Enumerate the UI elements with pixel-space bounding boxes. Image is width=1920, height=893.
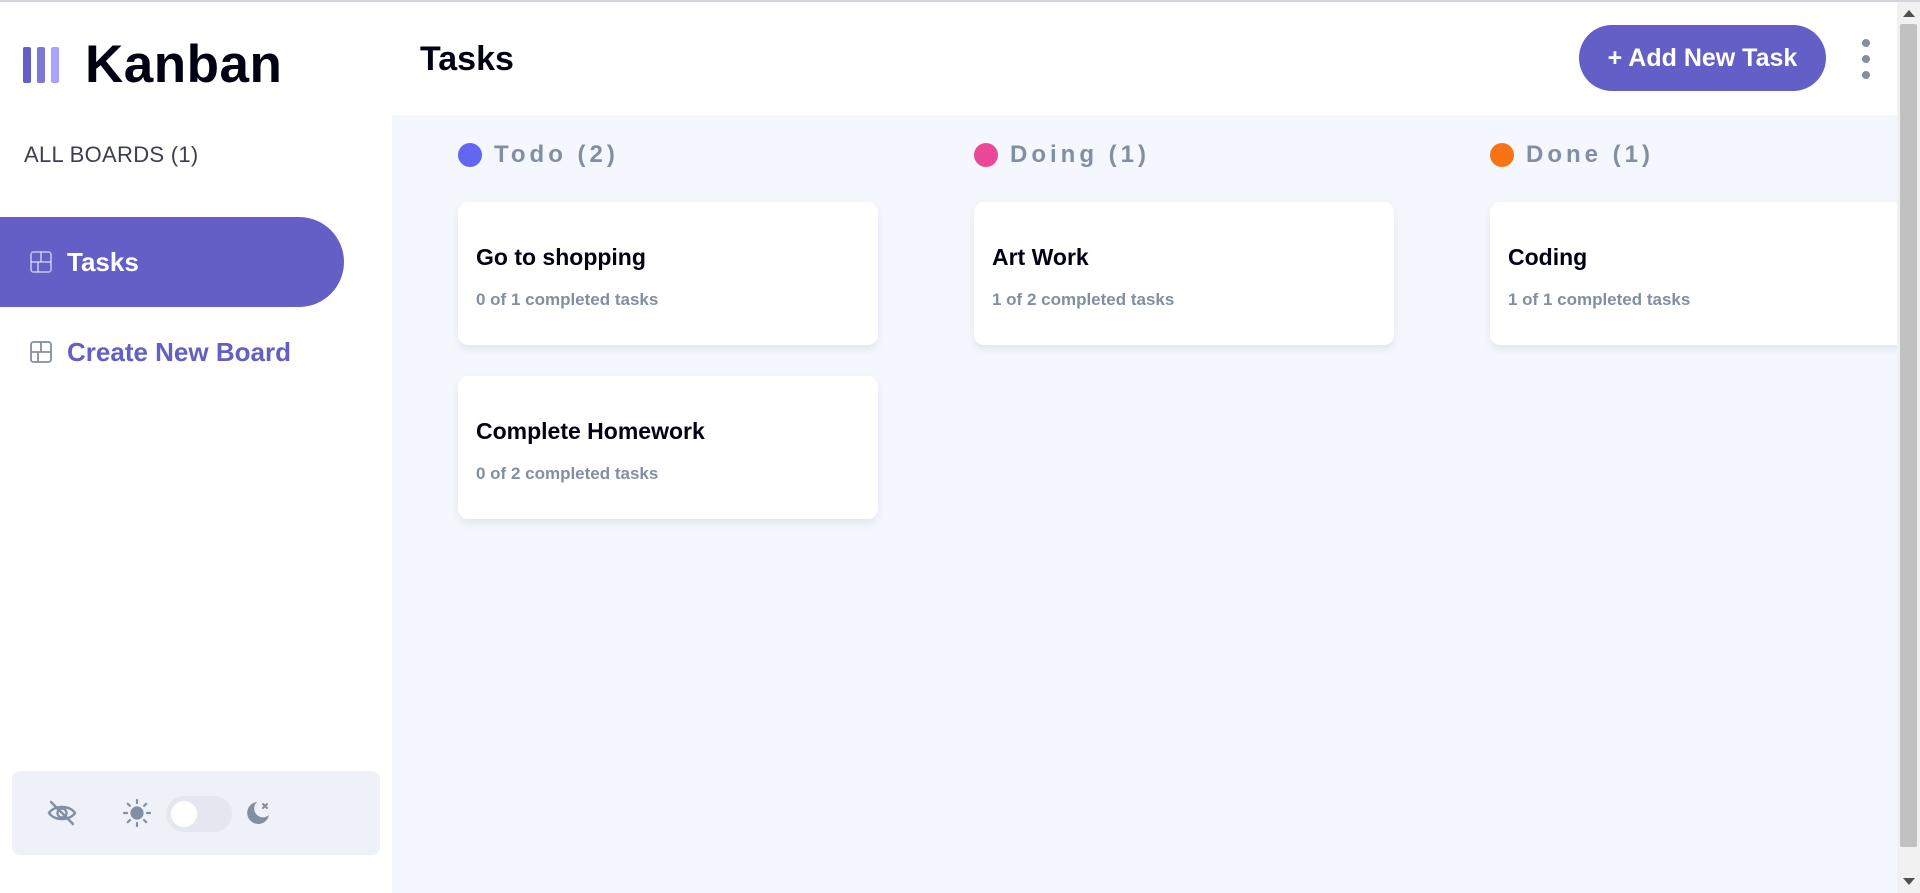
board: Todo (2) Go to shopping 0 of 1 completed… bbox=[392, 115, 1897, 893]
task-title: Coding bbox=[1508, 244, 1588, 270]
status-dot bbox=[974, 143, 998, 167]
sidebar-item-tasks[interactable]: Tasks bbox=[0, 217, 344, 307]
theme-toggle[interactable] bbox=[166, 796, 232, 832]
moon-icon bbox=[244, 799, 272, 827]
theme-panel bbox=[12, 771, 380, 855]
task-title: Go to shopping bbox=[476, 244, 646, 270]
column-title: Todo (2) bbox=[494, 141, 619, 168]
app-title: Kanban bbox=[85, 35, 283, 94]
page-title: Tasks bbox=[420, 40, 514, 78]
logo: Kanban bbox=[23, 38, 282, 91]
sidebar-item-label: Create New Board bbox=[67, 336, 291, 367]
task-title: Art Work bbox=[992, 244, 1089, 270]
eye-slash-icon[interactable] bbox=[46, 797, 78, 829]
toggle-knob bbox=[171, 801, 197, 827]
task-subtasks: 1 of 2 completed tasks bbox=[992, 290, 1175, 309]
task-subtasks: 1 of 1 completed tasks bbox=[1508, 290, 1691, 309]
scroll-down-arrow-icon[interactable] bbox=[1903, 878, 1915, 885]
sidebar-item-label: Tasks bbox=[67, 246, 139, 277]
header: Tasks + Add New Task bbox=[392, 2, 1897, 115]
logo-icon bbox=[23, 46, 59, 83]
vertical-ellipsis-icon[interactable] bbox=[1856, 39, 1876, 79]
scroll-up-arrow-icon[interactable] bbox=[1903, 10, 1915, 17]
task-card[interactable]: Go to shopping 0 of 1 completed tasks bbox=[458, 202, 878, 345]
column-header: Done (1) bbox=[1490, 141, 1654, 169]
task-subtasks: 0 of 1 completed tasks bbox=[476, 290, 659, 309]
add-new-task-button[interactable]: + Add New Task bbox=[1579, 25, 1826, 91]
task-card[interactable]: Art Work 1 of 2 completed tasks bbox=[974, 202, 1394, 345]
column-title: Done (1) bbox=[1526, 141, 1654, 168]
sun-icon bbox=[122, 798, 152, 828]
column-title: Doing (1) bbox=[1010, 141, 1150, 168]
board-icon bbox=[29, 250, 53, 274]
kanban-app: Kanban ALL BOARDS (1) Tasks Create New B… bbox=[0, 0, 1920, 893]
create-new-board-button[interactable]: Create New Board bbox=[0, 307, 344, 397]
task-subtasks: 0 of 2 completed tasks bbox=[476, 464, 659, 483]
task-title: Complete Homework bbox=[476, 418, 705, 444]
task-card[interactable]: Coding 1 of 1 completed tasks bbox=[1490, 202, 1897, 345]
all-boards-heading: ALL BOARDS (1) bbox=[24, 142, 199, 167]
status-dot bbox=[1490, 143, 1514, 167]
column-header: Todo (2) bbox=[458, 141, 619, 169]
scrollbar-thumb[interactable] bbox=[1900, 24, 1917, 847]
sidebar: Kanban ALL BOARDS (1) Tasks Create New B… bbox=[0, 2, 392, 893]
column-header: Doing (1) bbox=[974, 141, 1150, 169]
vertical-scrollbar[interactable] bbox=[1897, 2, 1920, 893]
status-dot bbox=[458, 143, 482, 167]
board-icon bbox=[29, 340, 53, 364]
task-card[interactable]: Complete Homework 0 of 2 completed tasks bbox=[458, 376, 878, 519]
